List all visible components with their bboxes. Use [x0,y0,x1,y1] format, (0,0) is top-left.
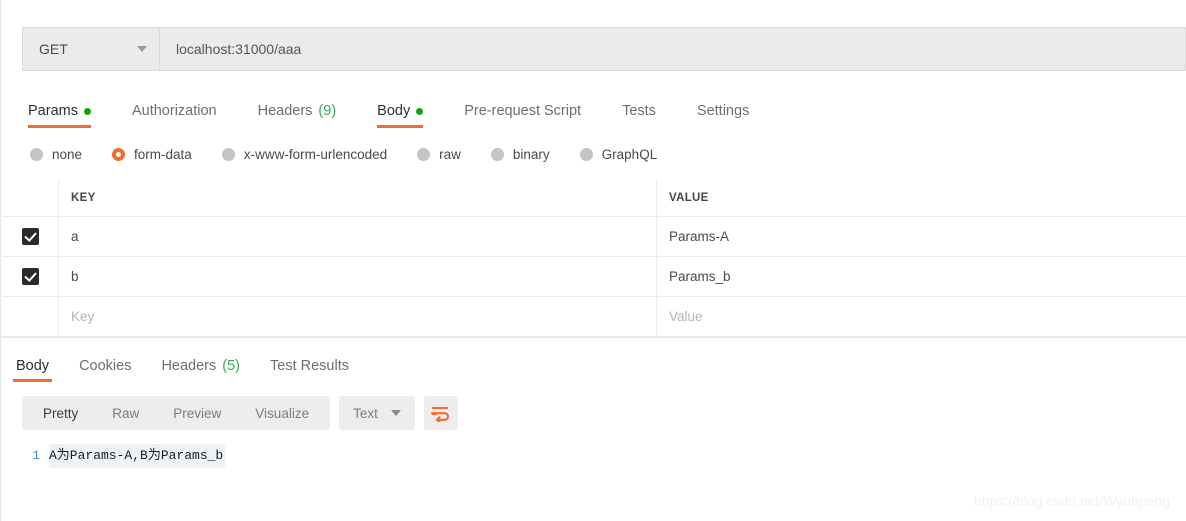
response-format-label: Text [353,406,378,421]
url-input[interactable]: localhost:31000/aaa [160,28,1185,70]
body-mode-radio-group: none form-data x-www-form-urlencoded raw… [30,142,687,166]
postman-request-response-panel: GET localhost:31000/aaa Params Authoriza… [0,0,1186,521]
radio-icon-raw [417,148,430,161]
response-body-viewer: 1 A为Params-A,B为Params_b [2,444,1186,468]
table-row-empty: Key Value [2,297,1186,337]
response-tab-test-results-label: Test Results [270,358,349,374]
body-mode-form-data[interactable]: form-data [112,147,192,162]
word-wrap-button[interactable] [424,396,458,430]
radio-icon-x-www-form-urlencoded [222,148,235,161]
body-mode-graphql[interactable]: GraphQL [580,147,658,162]
tab-authorization-label: Authorization [132,103,217,119]
body-mode-x-www-form-urlencoded-label: x-www-form-urlencoded [244,147,387,162]
table-header-row: KEY VALUE [2,179,1186,217]
http-method-label: GET [39,41,68,57]
view-mode-visualize[interactable]: Visualize [238,396,326,430]
radio-icon-graphql [580,148,593,161]
chevron-down-icon [391,410,401,416]
request-tabs: Params Authorization Headers (9) Body Pr… [28,94,790,128]
column-header-key: KEY [59,179,657,216]
body-mode-raw[interactable]: raw [417,147,461,162]
row-checkbox-cell-empty[interactable] [2,297,59,336]
body-mode-none[interactable]: none [30,147,82,162]
body-mode-binary[interactable]: binary [491,147,550,162]
url-bar: GET localhost:31000/aaa [22,27,1186,71]
row-key-input[interactable]: b [59,257,657,296]
response-tab-headers-label: Headers [161,358,216,374]
body-present-dot-icon [416,108,423,115]
new-row-key-input[interactable]: Key [59,297,657,336]
view-mode-raw[interactable]: Raw [95,396,156,430]
tab-params-label: Params [28,103,78,119]
table-row: a Params-A [2,217,1186,257]
word-wrap-icon [431,405,450,422]
response-view-mode-group: Pretty Raw Preview Visualize [22,396,330,430]
new-row-value-input[interactable]: Value [657,297,1186,336]
response-tab-test-results[interactable]: Test Results [267,358,352,382]
tab-authorization[interactable]: Authorization [132,103,217,128]
tab-tests[interactable]: Tests [622,103,656,128]
response-tab-cookies[interactable]: Cookies [76,358,134,382]
column-header-value: VALUE [657,179,1186,216]
row-checkbox-cell[interactable] [2,257,59,296]
body-mode-graphql-label: GraphQL [602,147,658,162]
tab-headers[interactable]: Headers (9) [258,103,337,128]
watermark: https://blog.csdn.net/Wyunpeng [974,493,1170,509]
response-tab-headers[interactable]: Headers (5) [158,358,243,382]
body-mode-raw-label: raw [439,147,461,162]
tab-pre-request-script-label: Pre-request Script [464,103,581,119]
form-data-table: KEY VALUE a Params-A b Params_b Key Valu… [2,179,1186,337]
unsaved-dot-icon [84,108,91,115]
chevron-down-icon [137,46,147,52]
body-mode-x-www-form-urlencoded[interactable]: x-www-form-urlencoded [222,147,387,162]
line-number: 1 [2,444,49,468]
response-tab-cookies-label: Cookies [79,358,131,374]
tab-body-label: Body [377,103,410,119]
radio-icon-none [30,148,43,161]
tab-settings[interactable]: Settings [697,103,749,128]
tab-params[interactable]: Params [28,103,91,128]
response-tab-body[interactable]: Body [13,358,52,382]
tab-tests-label: Tests [622,103,656,119]
radio-icon-binary [491,148,504,161]
row-value-input[interactable]: Params-A [657,217,1186,256]
row-checkbox-cell[interactable] [2,217,59,256]
header-check-cell [2,179,59,216]
row-value-input[interactable]: Params_b [657,257,1186,296]
tab-headers-label: Headers [258,103,313,119]
response-tabs: Body Cookies Headers (5) Test Results [13,350,376,382]
body-mode-none-label: none [52,147,82,162]
response-toolbar: Pretty Raw Preview Visualize Text [22,396,458,430]
response-body-text[interactable]: A为Params-A,B为Params_b [49,444,225,468]
row-key-input[interactable]: a [59,217,657,256]
body-mode-form-data-label: form-data [134,147,192,162]
radio-icon-form-data [112,148,125,161]
tab-body[interactable]: Body [377,103,423,128]
pane-splitter[interactable] [1,337,1186,338]
table-row: b Params_b [2,257,1186,297]
response-format-select[interactable]: Text [339,396,415,430]
row-checkbox-checked-icon[interactable] [22,268,39,285]
tab-headers-count: (9) [318,103,336,119]
view-mode-preview[interactable]: Preview [156,396,238,430]
tab-pre-request-script[interactable]: Pre-request Script [464,103,581,128]
tab-settings-label: Settings [697,103,749,119]
view-mode-pretty[interactable]: Pretty [26,396,95,430]
row-checkbox-checked-icon[interactable] [22,228,39,245]
body-mode-binary-label: binary [513,147,550,162]
response-tab-headers-count: (5) [222,358,240,374]
response-tab-body-label: Body [16,358,49,374]
http-method-select[interactable]: GET [23,28,160,70]
